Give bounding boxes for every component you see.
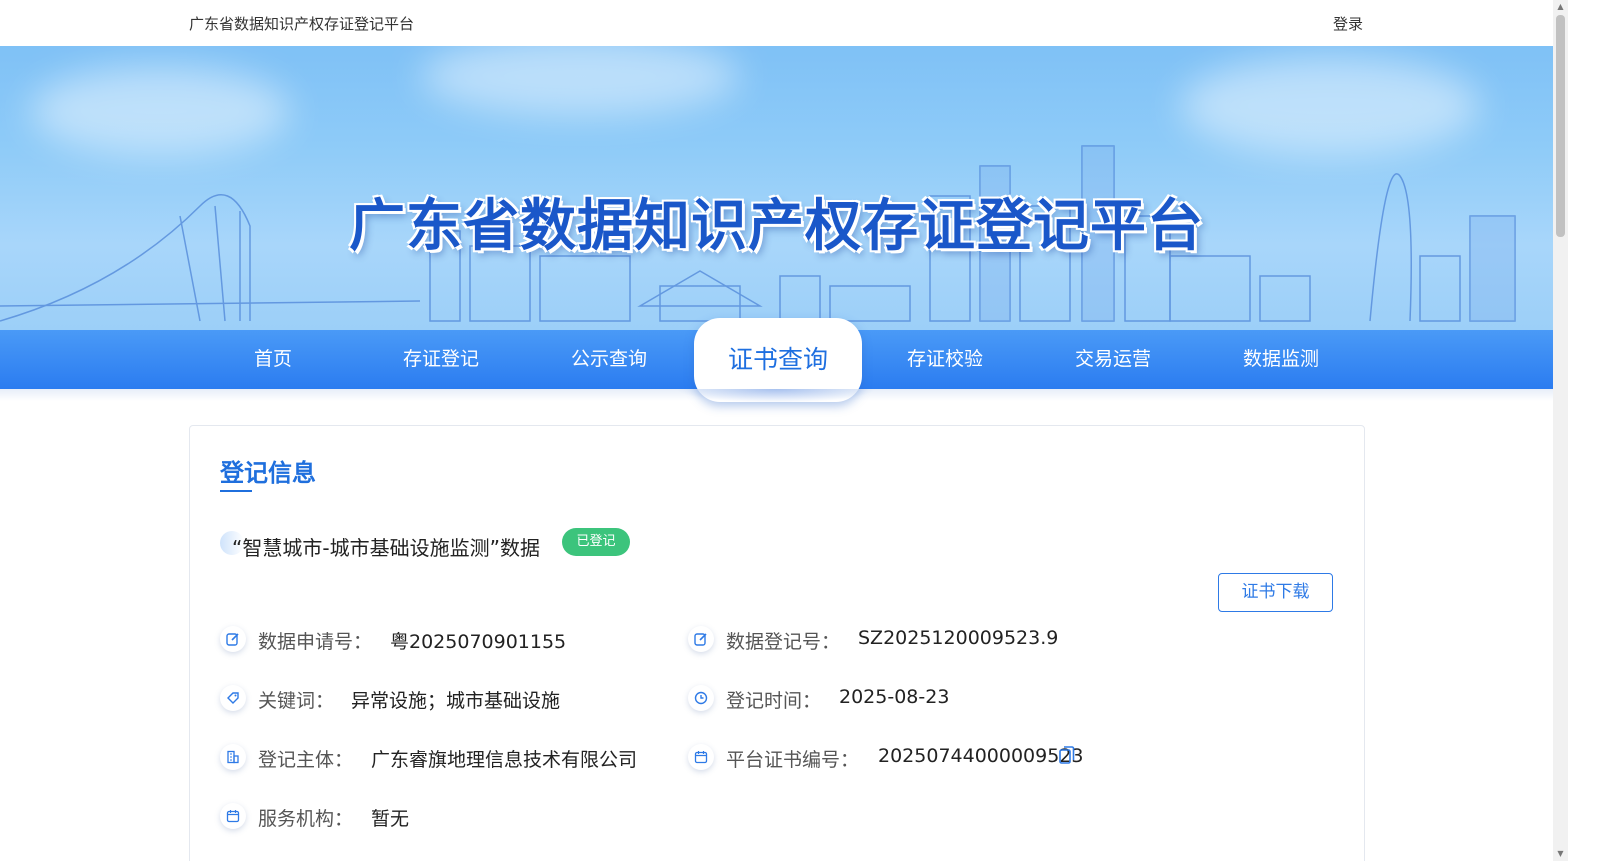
data-title: “智慧城市-城市基础设施监测”数据 [232, 536, 540, 560]
banner-title: 广东省数据知识产权存证登记平台 [349, 194, 1204, 259]
certificate-download-button[interactable]: 证书下载 [1218, 573, 1333, 612]
field-label: 关键词： [258, 690, 335, 712]
login-link[interactable]: 登录 [1333, 13, 1363, 34]
calendar-icon [688, 744, 714, 770]
registration-info-card: 登记信息 “智慧城市-城市基础设施监测”数据 已登记 证书下载 数据申请号： 粤… [189, 425, 1365, 861]
edit-icon [220, 626, 246, 652]
hero-banner: 广东省数据知识产权存证登记平台 [0, 46, 1553, 330]
calendar-icon [220, 803, 246, 829]
copy-icon[interactable] [1059, 745, 1075, 769]
scrollbar-thumb[interactable] [1556, 15, 1565, 237]
field-value: 异常设施；城市基础设施 [351, 690, 561, 712]
nav-evidence-registration[interactable]: 存证登记 [357, 330, 525, 389]
main-nav: 首页 存证登记 公示查询 证书查询 存证校验 交易运营 数据监测 [0, 318, 1553, 402]
building-icon [220, 744, 246, 770]
field-value: 2025-08-23 [839, 686, 950, 708]
field-label: 数据申请号： [258, 631, 373, 653]
field-value: 广东睿旗地理信息技术有限公司 [371, 749, 638, 771]
scroll-up-arrow[interactable]: ▲ [1556, 2, 1565, 12]
field-label: 服务机构： [258, 808, 354, 830]
top-bar: 广东省数据知识产权存证登记平台 登录 [0, 0, 1553, 46]
field-label: 数据登记号： [726, 631, 841, 653]
scroll-down-arrow[interactable]: ▼ [1556, 849, 1565, 859]
nav-home[interactable]: 首页 [189, 330, 357, 389]
field-label: 平台证书编号： [726, 749, 860, 771]
status-badge: 已登记 [562, 528, 630, 556]
section-title: 登记信息 [220, 459, 316, 487]
nav-evidence-verify[interactable]: 存证校验 [861, 330, 1029, 389]
section-title-underline [220, 490, 252, 492]
field-value: 粤2025070901155 [390, 631, 567, 653]
nav-public-query[interactable]: 公示查询 [525, 330, 693, 389]
edit-icon [688, 626, 714, 652]
clock-icon [688, 685, 714, 711]
field-value: SZ2025120009523.9 [858, 627, 1059, 649]
nav-data-monitor[interactable]: 数据监测 [1197, 330, 1365, 389]
site-title: 广东省数据知识产权存证登记平台 [189, 15, 415, 33]
field-value: 暂无 [371, 808, 410, 830]
tag-icon [220, 685, 246, 711]
active-tab-glow [676, 389, 876, 403]
field-label: 登记时间： [726, 690, 822, 712]
field-label: 登记主体： [258, 749, 354, 771]
field-value: 20250744000009523 [878, 745, 1084, 767]
nav-trade-operation[interactable]: 交易运营 [1029, 330, 1197, 389]
